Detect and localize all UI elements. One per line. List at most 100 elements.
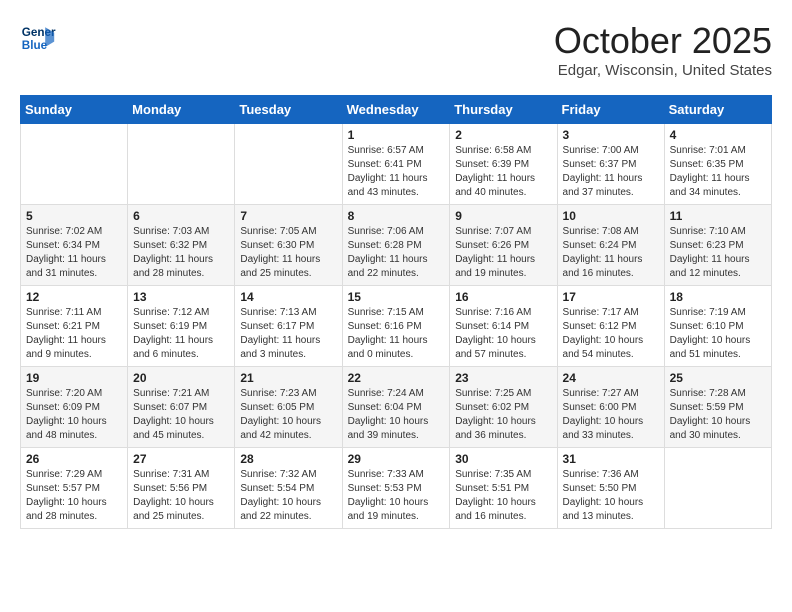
day-info: Sunrise: 7:06 AM Sunset: 6:28 PM Dayligh… — [348, 225, 445, 281]
day-info: Sunrise: 7:23 AM Sunset: 6:05 PM Dayligh… — [240, 387, 336, 443]
day-info: Sunrise: 7:10 AM Sunset: 6:23 PM Dayligh… — [670, 225, 766, 281]
calendar-cell: 15 Sunrise: 7:15 AM Sunset: 6:16 PM Dayli… — [342, 286, 450, 367]
day-number: 19 — [26, 371, 122, 385]
day-info: Sunrise: 7:32 AM Sunset: 5:54 PM Dayligh… — [240, 468, 336, 524]
day-info: Sunrise: 7:15 AM Sunset: 6:16 PM Dayligh… — [348, 306, 445, 362]
day-number: 12 — [26, 290, 122, 304]
day-info: Sunrise: 7:00 AM Sunset: 6:37 PM Dayligh… — [563, 144, 659, 200]
location: Edgar, Wisconsin, United States — [554, 62, 772, 79]
day-number: 16 — [455, 290, 551, 304]
page-header: General Blue October 2025 Edgar, Wiscons… — [20, 20, 772, 79]
calendar-cell: 31 Sunrise: 7:36 AM Sunset: 5:50 PM Dayli… — [557, 448, 664, 529]
day-info: Sunrise: 7:33 AM Sunset: 5:53 PM Dayligh… — [348, 468, 445, 524]
day-info: Sunrise: 7:16 AM Sunset: 6:14 PM Dayligh… — [455, 306, 551, 362]
day-number: 11 — [670, 209, 766, 223]
day-number: 4 — [670, 128, 766, 142]
calendar-cell: 4 Sunrise: 7:01 AM Sunset: 6:35 PM Daylig… — [664, 124, 771, 205]
day-number: 9 — [455, 209, 551, 223]
day-info: Sunrise: 7:08 AM Sunset: 6:24 PM Dayligh… — [563, 225, 659, 281]
day-number: 20 — [133, 371, 229, 385]
day-info: Sunrise: 6:58 AM Sunset: 6:39 PM Dayligh… — [455, 144, 551, 200]
column-header-tuesday: Tuesday — [235, 96, 342, 124]
calendar-cell: 6Sunrise: 7:03 AM Sunset: 6:32 PM Daylig… — [128, 205, 235, 286]
day-info: Sunrise: 7:27 AM Sunset: 6:00 PM Dayligh… — [563, 387, 659, 443]
calendar-cell: 26 Sunrise: 7:29 AM Sunset: 5:57 PM Dayli… — [21, 448, 128, 529]
calendar-cell: 12 Sunrise: 7:11 AM Sunset: 6:21 PM Dayli… — [21, 286, 128, 367]
calendar-cell: 18 Sunrise: 7:19 AM Sunset: 6:10 PM Dayli… — [664, 286, 771, 367]
day-info: Sunrise: 7:35 AM Sunset: 5:51 PM Dayligh… — [455, 468, 551, 524]
day-number: 31 — [563, 452, 659, 466]
day-number: 25 — [670, 371, 766, 385]
calendar-cell: 27 Sunrise: 7:31 AM Sunset: 5:56 PM Dayli… — [128, 448, 235, 529]
day-info: Sunrise: 7:20 AM Sunset: 6:09 PM Dayligh… — [26, 387, 122, 443]
calendar-cell: 9 Sunrise: 7:07 AM Sunset: 6:26 PM Daylig… — [450, 205, 557, 286]
calendar-cell: 30 Sunrise: 7:35 AM Sunset: 5:51 PM Dayli… — [450, 448, 557, 529]
day-info: Sunrise: 7:28 AM Sunset: 5:59 PM Dayligh… — [670, 387, 766, 443]
day-number: 22 — [348, 371, 445, 385]
month-title: October 2025 — [554, 20, 772, 62]
calendar-table: SundayMondayTuesdayWednesdayThursdayFrid… — [20, 95, 772, 529]
calendar-cell: 17 Sunrise: 7:17 AM Sunset: 6:12 PM Dayli… — [557, 286, 664, 367]
column-header-sunday: Sunday — [21, 96, 128, 124]
day-info: Sunrise: 7:19 AM Sunset: 6:10 PM Dayligh… — [670, 306, 766, 362]
column-header-saturday: Saturday — [664, 96, 771, 124]
column-header-friday: Friday — [557, 96, 664, 124]
calendar-cell: 20 Sunrise: 7:21 AM Sunset: 6:07 PM Dayli… — [128, 367, 235, 448]
calendar-week-1: 1Sunrise: 6:57 AM Sunset: 6:41 PM Daylig… — [21, 124, 772, 205]
calendar-header-row: SundayMondayTuesdayWednesdayThursdayFrid… — [21, 96, 772, 124]
day-info: Sunrise: 7:07 AM Sunset: 6:26 PM Dayligh… — [455, 225, 551, 281]
calendar-cell: 11 Sunrise: 7:10 AM Sunset: 6:23 PM Dayli… — [664, 205, 771, 286]
calendar-cell: 3 Sunrise: 7:00 AM Sunset: 6:37 PM Daylig… — [557, 124, 664, 205]
day-number: 15 — [348, 290, 445, 304]
day-number: 27 — [133, 452, 229, 466]
day-number: 29 — [348, 452, 445, 466]
calendar-cell: 1Sunrise: 6:57 AM Sunset: 6:41 PM Daylig… — [342, 124, 450, 205]
calendar-week-4: 19 Sunrise: 7:20 AM Sunset: 6:09 PM Dayli… — [21, 367, 772, 448]
day-info: Sunrise: 7:02 AM Sunset: 6:34 PM Dayligh… — [26, 225, 122, 281]
day-number: 14 — [240, 290, 336, 304]
day-number: 3 — [563, 128, 659, 142]
day-info: Sunrise: 7:17 AM Sunset: 6:12 PM Dayligh… — [563, 306, 659, 362]
calendar-cell: 28 Sunrise: 7:32 AM Sunset: 5:54 PM Dayli… — [235, 448, 342, 529]
calendar-cell: 8Sunrise: 7:06 AM Sunset: 6:28 PM Daylig… — [342, 205, 450, 286]
day-info: Sunrise: 7:21 AM Sunset: 6:07 PM Dayligh… — [133, 387, 229, 443]
day-number: 5 — [26, 209, 122, 223]
day-info: Sunrise: 7:05 AM Sunset: 6:30 PM Dayligh… — [240, 225, 336, 281]
day-info: Sunrise: 7:29 AM Sunset: 5:57 PM Dayligh… — [26, 468, 122, 524]
calendar-cell — [128, 124, 235, 205]
calendar-cell: 29 Sunrise: 7:33 AM Sunset: 5:53 PM Dayli… — [342, 448, 450, 529]
calendar-cell — [664, 448, 771, 529]
calendar-cell: 25 Sunrise: 7:28 AM Sunset: 5:59 PM Dayli… — [664, 367, 771, 448]
day-number: 30 — [455, 452, 551, 466]
calendar-week-5: 26 Sunrise: 7:29 AM Sunset: 5:57 PM Dayli… — [21, 448, 772, 529]
day-info: Sunrise: 7:01 AM Sunset: 6:35 PM Dayligh… — [670, 144, 766, 200]
calendar-cell: 10Sunrise: 7:08 AM Sunset: 6:24 PM Dayli… — [557, 205, 664, 286]
column-header-wednesday: Wednesday — [342, 96, 450, 124]
day-info: Sunrise: 7:11 AM Sunset: 6:21 PM Dayligh… — [26, 306, 122, 362]
day-number: 26 — [26, 452, 122, 466]
calendar-cell: 5 Sunrise: 7:02 AM Sunset: 6:34 PM Daylig… — [21, 205, 128, 286]
calendar-cell — [21, 124, 128, 205]
day-info: Sunrise: 7:31 AM Sunset: 5:56 PM Dayligh… — [133, 468, 229, 524]
day-info: Sunrise: 7:36 AM Sunset: 5:50 PM Dayligh… — [563, 468, 659, 524]
svg-text:Blue: Blue — [22, 39, 48, 52]
day-number: 18 — [670, 290, 766, 304]
day-number: 13 — [133, 290, 229, 304]
calendar-cell: 13 Sunrise: 7:12 AM Sunset: 6:19 PM Dayli… — [128, 286, 235, 367]
day-number: 17 — [563, 290, 659, 304]
calendar-cell: 16 Sunrise: 7:16 AM Sunset: 6:14 PM Dayli… — [450, 286, 557, 367]
calendar-cell: 7Sunrise: 7:05 AM Sunset: 6:30 PM Daylig… — [235, 205, 342, 286]
calendar-week-2: 5 Sunrise: 7:02 AM Sunset: 6:34 PM Daylig… — [21, 205, 772, 286]
day-info: Sunrise: 7:24 AM Sunset: 6:04 PM Dayligh… — [348, 387, 445, 443]
day-number: 28 — [240, 452, 336, 466]
calendar-cell: 19 Sunrise: 7:20 AM Sunset: 6:09 PM Dayli… — [21, 367, 128, 448]
calendar-week-3: 12 Sunrise: 7:11 AM Sunset: 6:21 PM Dayli… — [21, 286, 772, 367]
day-info: Sunrise: 7:13 AM Sunset: 6:17 PM Dayligh… — [240, 306, 336, 362]
logo-icon: General Blue — [20, 20, 56, 56]
day-number: 24 — [563, 371, 659, 385]
column-header-monday: Monday — [128, 96, 235, 124]
calendar-cell — [235, 124, 342, 205]
day-info: Sunrise: 7:12 AM Sunset: 6:19 PM Dayligh… — [133, 306, 229, 362]
day-number: 2 — [455, 128, 551, 142]
day-number: 23 — [455, 371, 551, 385]
